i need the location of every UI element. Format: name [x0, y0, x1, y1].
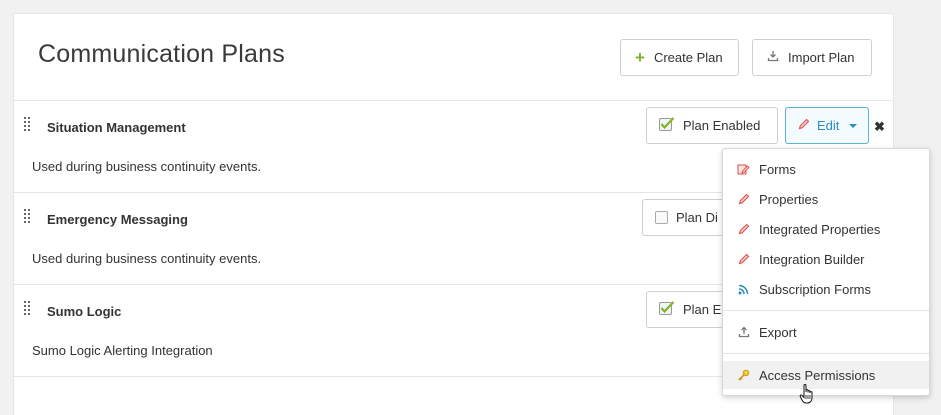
menu-item-label: Export — [759, 324, 797, 340]
menu-item-subscription-forms[interactable]: Subscription Forms — [723, 275, 929, 303]
plan-description: Used during business continuity events. — [32, 251, 262, 266]
plan-name: Situation Management — [47, 120, 186, 135]
menu-item-label: Subscription Forms — [759, 281, 871, 297]
plan-status-label: Plan Enabled — [683, 118, 761, 133]
import-plan-label: Import Plan — [788, 50, 855, 65]
menu-divider — [723, 353, 929, 354]
plan-name: Emergency Messaging — [47, 212, 188, 227]
plan-description: Used during business continuity events. — [32, 159, 262, 174]
create-plan-button[interactable]: + Create Plan — [620, 39, 739, 76]
form-edit-icon — [737, 163, 750, 176]
pencil-icon — [737, 193, 750, 206]
plan-status-label: Plan Di — [676, 210, 718, 225]
plan-status-toggle[interactable]: Plan Enabled — [646, 107, 778, 144]
export-icon — [737, 326, 750, 339]
pencil-icon — [737, 253, 750, 266]
plan-name: Sumo Logic — [47, 304, 122, 319]
plan-status-toggle[interactable]: Plan E — [646, 291, 732, 328]
drag-handle-icon[interactable] — [24, 209, 31, 223]
plan-status-label: Plan E — [683, 302, 722, 317]
plan-description: Sumo Logic Alerting Integration — [32, 343, 213, 358]
drag-handle-icon[interactable] — [24, 117, 31, 131]
menu-item-properties[interactable]: Properties — [723, 185, 929, 213]
rss-icon — [737, 283, 750, 296]
checked-box-icon — [659, 301, 675, 318]
edit-dropdown-button[interactable]: Edit — [785, 107, 869, 144]
menu-item-label: Forms — [759, 161, 796, 177]
menu-item-label: Integration Builder — [759, 251, 865, 267]
checked-box-icon — [659, 117, 675, 134]
menu-item-export[interactable]: Export — [723, 318, 929, 346]
key-icon — [737, 369, 750, 382]
create-plan-label: Create Plan — [653, 50, 723, 65]
unchecked-box-icon — [655, 211, 668, 224]
edit-dropdown-menu: Forms Properties Integrated Properties I… — [722, 148, 930, 396]
menu-item-integrated-properties[interactable]: Integrated Properties — [723, 215, 929, 243]
import-icon — [767, 50, 779, 65]
pencil-icon — [798, 118, 810, 133]
caret-down-icon — [849, 123, 858, 128]
edit-label: Edit — [817, 118, 840, 133]
delete-plan-icon[interactable]: ✖ — [874, 119, 885, 135]
drag-handle-icon[interactable] — [24, 301, 31, 315]
menu-item-label: Access Permissions — [759, 367, 876, 383]
page-title: Communication Plans — [38, 40, 285, 68]
pencil-icon — [737, 223, 750, 236]
menu-item-integration-builder[interactable]: Integration Builder — [723, 245, 929, 273]
hand-cursor-icon — [799, 383, 817, 405]
plan-status-toggle[interactable]: Plan Di — [642, 199, 732, 236]
menu-item-access-permissions[interactable]: Access Permissions — [723, 361, 929, 389]
import-plan-button[interactable]: Import Plan — [752, 39, 872, 76]
menu-item-label: Properties — [759, 191, 819, 207]
menu-divider — [723, 310, 929, 311]
menu-item-forms[interactable]: Forms — [723, 155, 929, 183]
plus-icon: + — [635, 48, 645, 67]
menu-item-label: Integrated Properties — [759, 221, 881, 237]
